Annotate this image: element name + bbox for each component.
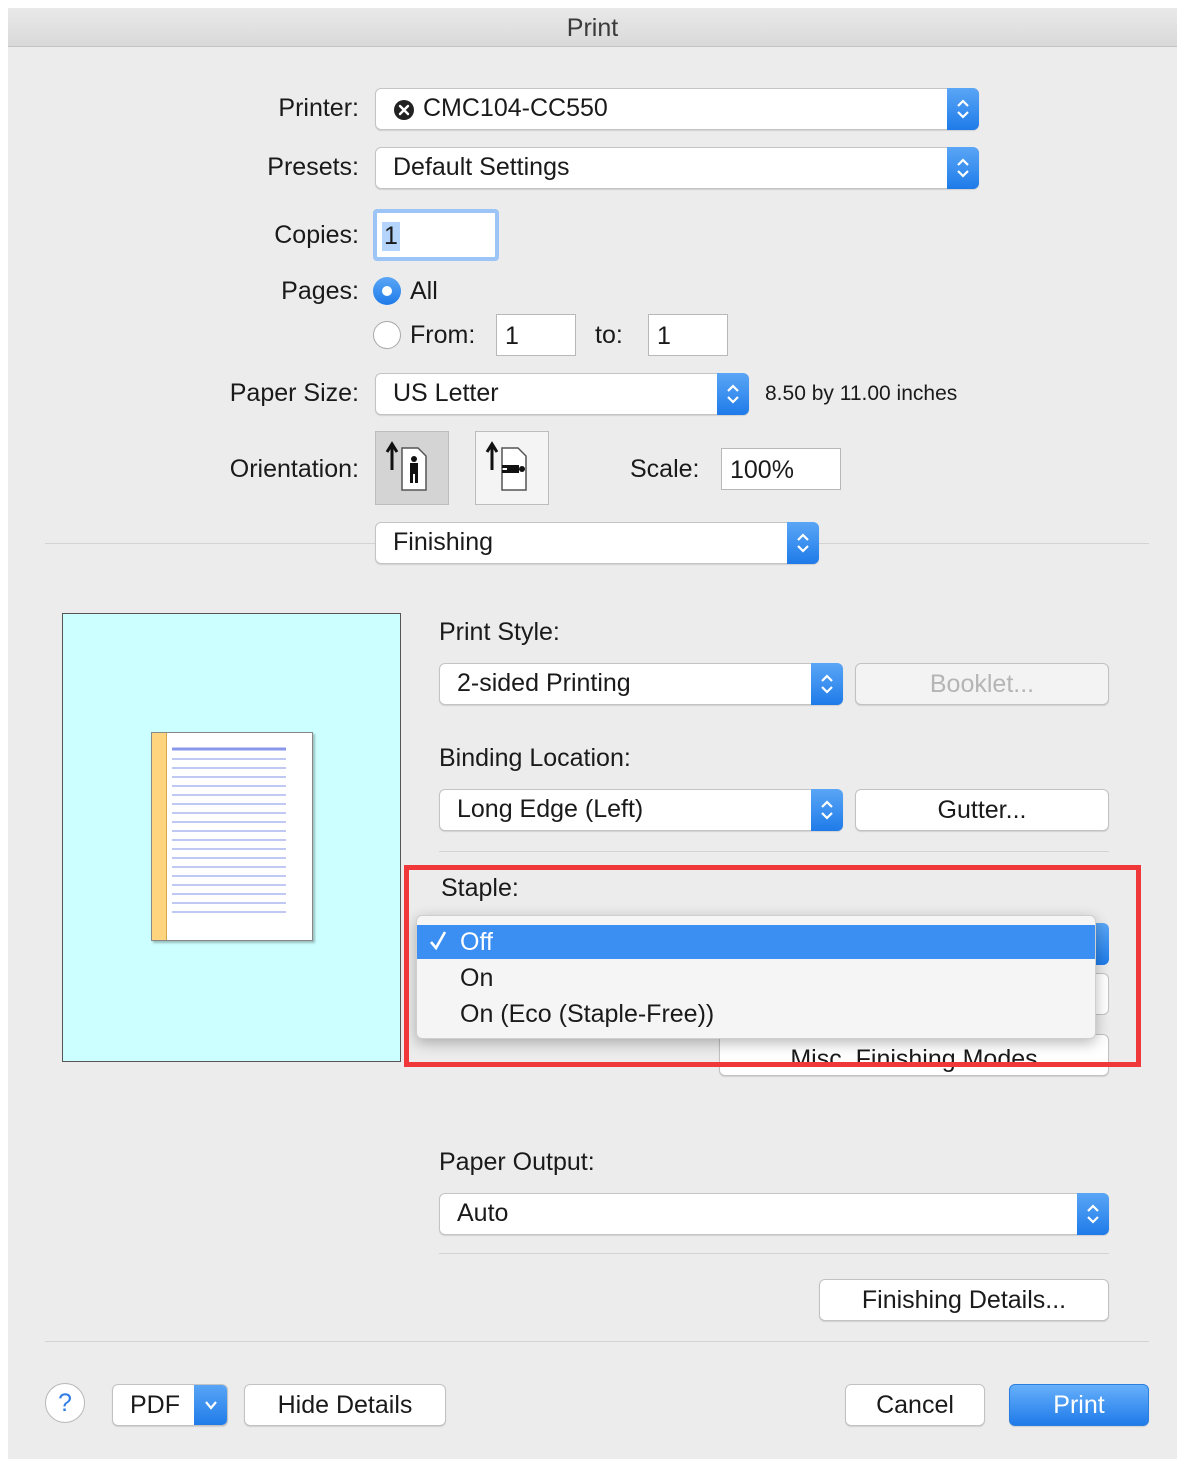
orientation-portrait-button[interactable] (375, 431, 449, 505)
orientation-landscape-button[interactable] (475, 431, 549, 505)
separator-output (439, 1253, 1109, 1254)
pages-from-radio[interactable] (373, 321, 401, 349)
pages-all-radio[interactable] (373, 277, 401, 305)
paper-size-dimensions: 8.50 by 11.00 inches (765, 382, 958, 405)
print-style-stepper[interactable] (811, 663, 843, 705)
panel-selector-value: Finishing (393, 528, 494, 556)
print-preview (62, 613, 401, 1062)
chevron-updown-icon (797, 533, 809, 553)
separator-binding (439, 851, 1109, 852)
window-title: Print (566, 14, 619, 42)
paper-size-stepper[interactable] (717, 373, 749, 415)
landscape-icon (485, 441, 527, 491)
printer-error-icon (394, 100, 414, 120)
paper-size-popup[interactable]: US Letter (375, 373, 749, 415)
orientation-label: Orientation: (229, 455, 359, 483)
print-button[interactable]: Print (1009, 1384, 1149, 1426)
cancel-button[interactable]: Cancel (845, 1384, 985, 1426)
chevron-down-icon (205, 1401, 217, 1410)
copies-label: Copies: (274, 221, 359, 249)
print-style-value: 2-sided Printing (457, 669, 631, 697)
separator-right (819, 543, 1149, 544)
copies-value: 1 (382, 222, 400, 251)
printer-stepper[interactable] (947, 88, 979, 130)
booklet-button[interactable]: Booklet... (855, 663, 1109, 705)
pages-to-value: 1 (657, 322, 671, 350)
gutter-button[interactable]: Gutter... (855, 789, 1109, 831)
printer-label: Printer: (278, 94, 359, 122)
chevron-updown-icon (1087, 1204, 1099, 1224)
print-style-popup[interactable]: 2-sided Printing (439, 663, 843, 705)
pages-to-label: to: (595, 321, 623, 349)
printer-popup[interactable]: CMC104-CC550 (375, 88, 979, 130)
paper-output-value: Auto (457, 1199, 509, 1227)
preview-page (151, 732, 313, 941)
presets-value: Default Settings (393, 153, 570, 181)
title-bar[interactable]: Print (8, 8, 1177, 47)
copies-input[interactable]: 1 (373, 209, 499, 261)
binding-location-value: Long Edge (Left) (457, 795, 644, 823)
print-style-label: Print Style: (439, 618, 560, 646)
chevron-updown-icon (821, 800, 833, 820)
panel-selector-popup[interactable]: Finishing (375, 522, 819, 564)
pages-label: Pages: (281, 277, 359, 305)
paper-size-value: US Letter (393, 379, 499, 407)
pages-from-input[interactable]: 1 (496, 314, 576, 356)
annotation-highlight-box (404, 865, 1141, 1067)
print-dialog: Print Printer: CMC104-CC550 Presets: Def… (8, 8, 1177, 1459)
binding-location-stepper[interactable] (811, 789, 843, 831)
pages-all-label: All (410, 277, 438, 305)
help-button[interactable]: ? (45, 1383, 85, 1423)
pages-from-label: From: (410, 321, 476, 349)
hide-details-button[interactable]: Hide Details (244, 1384, 446, 1426)
paper-output-popup[interactable]: Auto (439, 1193, 1109, 1235)
paper-output-stepper[interactable] (1077, 1193, 1109, 1235)
pages-to-input[interactable]: 1 (648, 314, 728, 356)
pdf-menu-button[interactable]: PDF (112, 1384, 228, 1426)
chevron-updown-icon (957, 158, 969, 178)
portrait-icon (385, 441, 427, 491)
finishing-details-button[interactable]: Finishing Details... (819, 1279, 1109, 1321)
chevron-updown-icon (727, 384, 739, 404)
help-icon: ? (58, 1389, 72, 1417)
presets-stepper[interactable] (947, 147, 979, 189)
paper-output-label: Paper Output: (439, 1148, 595, 1176)
pages-from-value: 1 (505, 322, 519, 350)
chevron-updown-icon (821, 674, 833, 694)
binding-location-popup[interactable]: Long Edge (Left) (439, 789, 843, 831)
panel-selector-stepper[interactable] (787, 522, 819, 564)
text-lines-icon (172, 747, 286, 913)
presets-label: Presets: (267, 153, 359, 181)
binding-edge (152, 733, 167, 940)
chevron-updown-icon (957, 99, 969, 119)
scale-input[interactable]: 100% (721, 448, 841, 490)
pdf-dropdown-arrow[interactable] (194, 1385, 227, 1425)
presets-popup[interactable]: Default Settings (375, 147, 979, 189)
scale-value: 100% (730, 456, 794, 484)
separator-footer (45, 1341, 1149, 1342)
paper-size-label: Paper Size: (229, 379, 359, 407)
separator-left (45, 543, 375, 544)
binding-location-label: Binding Location: (439, 744, 631, 772)
printer-value: CMC104-CC550 (423, 94, 608, 122)
scale-label: Scale: (630, 455, 700, 483)
